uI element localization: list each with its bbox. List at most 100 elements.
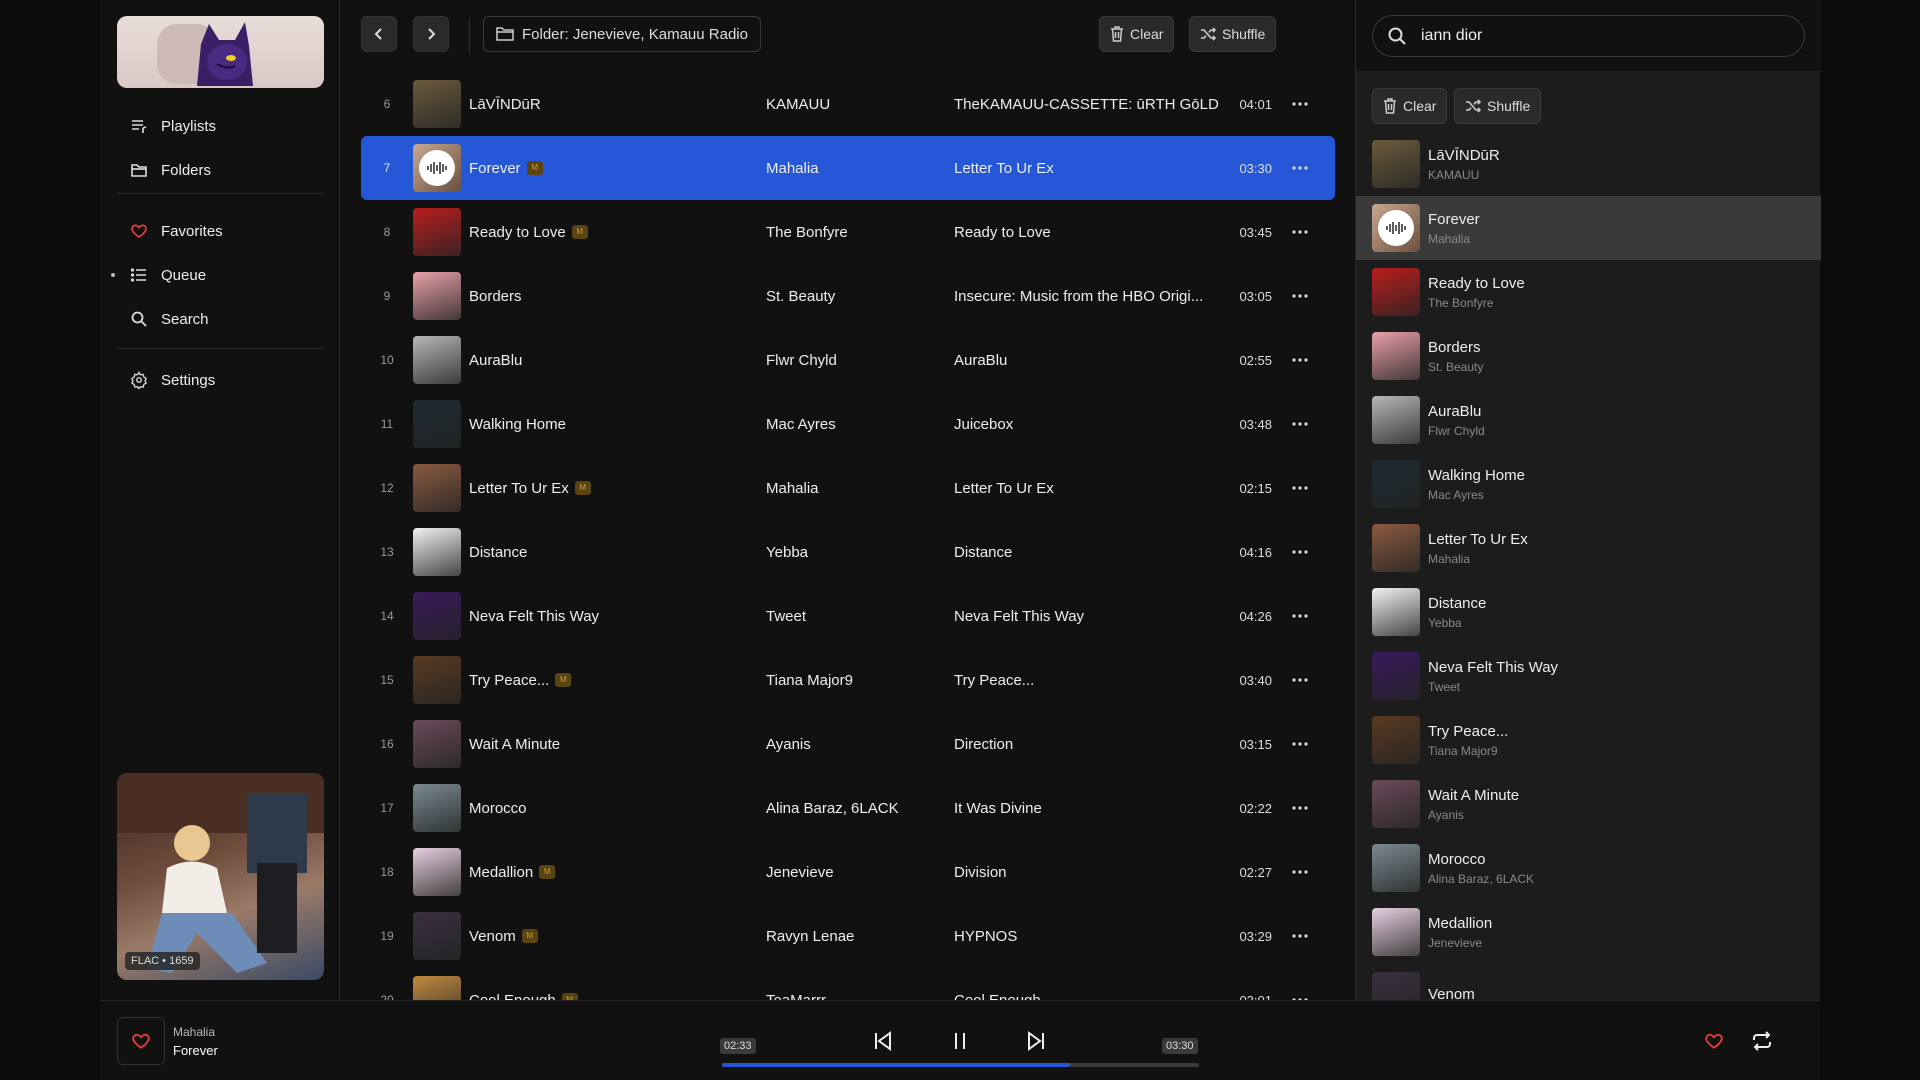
more-options-button[interactable] [1272,678,1328,682]
more-options-button[interactable] [1272,358,1328,362]
queue-item[interactable]: LāVĪNDūR KAMAUU [1356,132,1821,196]
track-album[interactable]: TheKAMAUU-CASSETTE: ūRTH GōLD [954,96,1224,113]
sidebar-item-settings[interactable]: Settings [117,358,324,402]
track-artist[interactable]: Ravyn Lenae [766,928,954,945]
queue-item[interactable]: Venom [1356,964,1821,1000]
queue-item[interactable]: Distance Yebba [1356,580,1821,644]
previous-button[interactable] [865,1023,901,1059]
track-artist[interactable]: Ayanis [766,736,954,753]
more-options-button[interactable] [1272,934,1328,938]
track-artist[interactable]: Alina Baraz, 6LACK [766,800,954,817]
track-row[interactable]: 18 Medallion M Jenevieve Division 02:27 [361,840,1335,904]
track-row[interactable]: 15 Try Peace... M Tiana Major9 Try Peace... 0… [361,648,1335,712]
track-row[interactable]: 9 Borders St. Beauty Insecure: Music from t… [361,264,1335,328]
track-row[interactable]: 7 Forever M Mahalia Letter To Ur Ex 03:30 [361,136,1335,200]
more-options-button[interactable] [1272,102,1328,106]
track-album[interactable]: Letter To Ur Ex [954,480,1224,497]
queue-item[interactable]: AuraBlu Flwr Chyld [1356,388,1821,452]
repeat-button[interactable] [1744,1023,1780,1059]
track-album[interactable]: Neva Felt This Way [954,608,1224,625]
track-album[interactable]: AuraBlu [954,352,1224,369]
track-row[interactable]: 19 Venom M Ravyn Lenae HYPNOS 03:29 [361,904,1335,968]
track-artist[interactable]: KAMAUU [766,96,954,113]
track-artist[interactable]: Mahalia [766,160,954,177]
queue-item[interactable]: Borders St. Beauty [1356,324,1821,388]
track-row[interactable]: 13 Distance Yebba Distance 04:16 [361,520,1335,584]
sidebar-item-playlists[interactable]: Playlists [117,104,324,148]
track-artist[interactable]: The Bonfyre [766,224,954,241]
track-album[interactable]: It Was Divine [954,800,1224,817]
track-album[interactable]: Insecure: Music from the HBO Origi... [954,288,1224,305]
track-row[interactable]: 17 Morocco Alina Baraz, 6LACK It Was Divine… [361,776,1335,840]
track-album[interactable]: Juicebox [954,416,1224,433]
queue-item[interactable]: Forever Mahalia [1356,196,1821,260]
track-row[interactable]: 10 AuraBlu Flwr Chyld AuraBlu 02:55 [361,328,1335,392]
track-artist[interactable]: TeaMarrr [766,992,954,1001]
track-artist[interactable]: Tweet [766,608,954,625]
track-row[interactable]: 14 Neva Felt This Way Tweet Neva Felt This … [361,584,1335,648]
queue-item[interactable]: Walking Home Mac Ayres [1356,452,1821,516]
track-album[interactable]: Letter To Ur Ex [954,160,1224,177]
toolbar-divider [469,18,470,54]
now-playing-cover[interactable]: FLAC • 1659 [117,773,324,980]
queue-item[interactable]: Morocco Alina Baraz, 6LACK [1356,836,1821,900]
more-horizontal-icon [1292,166,1308,170]
track-album[interactable]: Distance [954,544,1224,561]
forward-button[interactable] [413,16,449,52]
track-artist[interactable]: St. Beauty [766,288,954,305]
queue-item-artist: Mac Ayres [1428,487,1484,502]
search-box[interactable] [1372,15,1805,57]
more-options-button[interactable] [1272,486,1328,490]
track-title: Neva Felt This Way [461,608,766,625]
track-artist[interactable]: Flwr Chyld [766,352,954,369]
track-row[interactable]: 8 Ready to Love M The Bonfyre Ready to Love 0… [361,200,1335,264]
queue-item[interactable]: Medallion Jenevieve [1356,900,1821,964]
queue-clear-button[interactable]: Clear [1372,88,1448,124]
queue-shuffle-button[interactable]: Shuffle [1454,88,1542,124]
track-artist[interactable]: Mahalia [766,480,954,497]
favorite-toggle-button[interactable] [117,1017,165,1065]
back-button[interactable] [361,16,397,52]
queue-item[interactable]: Letter To Ur Ex Mahalia [1356,516,1821,580]
more-options-button[interactable] [1272,166,1328,170]
track-row[interactable]: 16 Wait A Minute Ayanis Direction 03:15 [361,712,1335,776]
more-options-button[interactable] [1272,294,1328,298]
sidebar-item-search[interactable]: Search [117,297,324,341]
sidebar-item-queue[interactable]: Queue [111,253,324,297]
like-button[interactable] [1696,1023,1732,1059]
more-options-button[interactable] [1272,742,1328,746]
track-artist[interactable]: Yebba [766,544,954,561]
queue-item[interactable]: Try Peace... Tiana Major9 [1356,708,1821,772]
progress-bar[interactable] [722,1063,1199,1067]
more-options-button[interactable] [1272,870,1328,874]
track-artist[interactable]: Mac Ayres [766,416,954,433]
sidebar-item-folders[interactable]: Folders [117,148,324,192]
track-album[interactable]: Try Peace... [954,672,1224,689]
more-options-button[interactable] [1272,806,1328,810]
next-button[interactable] [1018,1023,1054,1059]
track-artist[interactable]: Jenevieve [766,864,954,881]
more-options-button[interactable] [1272,550,1328,554]
queue-item[interactable]: Neva Felt This Way Tweet [1356,644,1821,708]
track-row[interactable]: 11 Walking Home Mac Ayres Juicebox 03:48 [361,392,1335,456]
queue-item[interactable]: Ready to Love The Bonfyre [1356,260,1821,324]
clear-button[interactable]: Clear [1099,16,1175,52]
folder-breadcrumb[interactable]: Folder: Jenevieve, Kamauu Radio [483,16,761,52]
track-album[interactable]: HYPNOS [954,928,1224,945]
track-row[interactable]: 6 LāVĪNDūR KAMAUU TheKAMAUU-CASSETTE: ūRTH … [361,72,1335,136]
more-options-button[interactable] [1272,422,1328,426]
search-input[interactable] [1421,27,1781,45]
track-album[interactable]: Division [954,864,1224,881]
sidebar-item-favorites[interactable]: Favorites [117,209,324,253]
shuffle-button[interactable]: Shuffle [1189,16,1277,52]
queue-item[interactable]: Wait A Minute Ayanis [1356,772,1821,836]
track-row[interactable]: 12 Letter To Ur Ex M Mahalia Letter To Ur Ex… [361,456,1335,520]
pause-button[interactable] [942,1023,978,1059]
track-album[interactable]: Cool Enough [954,992,1224,1001]
track-album[interactable]: Direction [954,736,1224,753]
more-options-button[interactable] [1272,614,1328,618]
track-artist[interactable]: Tiana Major9 [766,672,954,689]
track-album[interactable]: Ready to Love [954,224,1224,241]
track-row[interactable]: 20 Cool Enough M TeaMarrr Cool Enough 03:01 [361,968,1335,1000]
more-options-button[interactable] [1272,230,1328,234]
